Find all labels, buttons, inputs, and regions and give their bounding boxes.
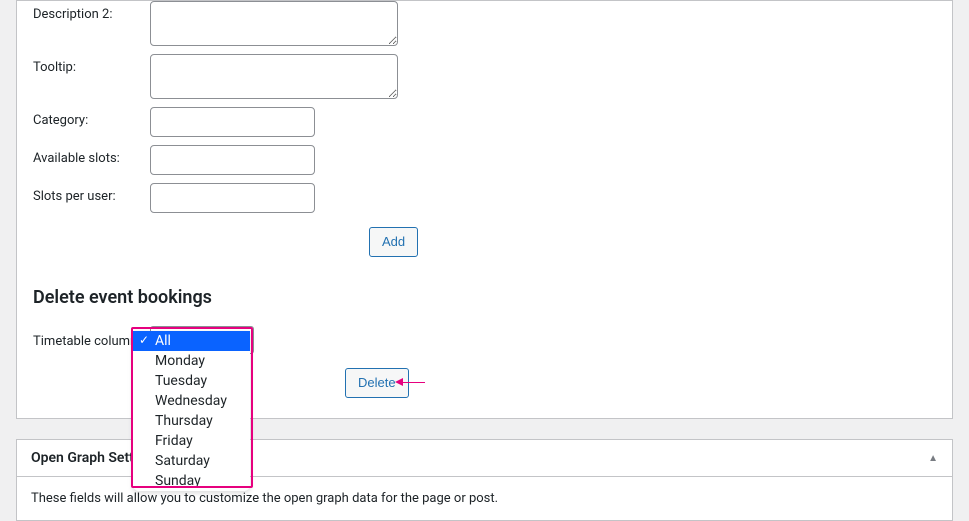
label-slots-per-user: Slots per user: [33, 183, 150, 204]
add-button-row: Add [33, 227, 936, 257]
add-button[interactable]: Add [369, 227, 418, 257]
arrow-line [403, 382, 425, 383]
dropdown-option[interactable]: Tuesday [133, 371, 250, 391]
category-input[interactable] [150, 107, 315, 137]
dropdown-option[interactable]: Wednesday [133, 391, 250, 411]
description2-textarea[interactable] [150, 1, 398, 46]
timetable-column-dropdown[interactable]: AllMondayTuesdayWednesdayThursdayFridayS… [133, 331, 250, 491]
row-available-slots: Available slots: [33, 145, 936, 175]
dropdown-option[interactable]: Monday [133, 351, 250, 371]
slots-per-user-input[interactable] [150, 183, 315, 213]
dropdown-option[interactable]: Thursday [133, 411, 250, 431]
arrow-head-icon [395, 378, 403, 386]
dropdown-option[interactable]: Friday [133, 431, 250, 451]
label-description2: Description 2: [33, 1, 150, 22]
delete-bookings-heading: Delete event bookings [33, 287, 936, 308]
dropdown-option[interactable]: Saturday [133, 451, 250, 471]
label-category: Category: [33, 107, 150, 128]
dropdown-option[interactable]: Sunday [133, 471, 250, 491]
collapse-icon: ▲ [928, 453, 938, 464]
row-description2: Description 2: [33, 1, 936, 46]
available-slots-input[interactable] [150, 145, 315, 175]
label-tooltip: Tooltip: [33, 54, 150, 75]
label-available-slots: Available slots: [33, 145, 150, 166]
row-tooltip: Tooltip: [33, 54, 936, 99]
tooltip-textarea[interactable] [150, 54, 398, 99]
annotation-arrow [395, 378, 425, 386]
row-category: Category: [33, 107, 936, 137]
dropdown-option[interactable]: All [133, 331, 250, 351]
row-slots-per-user: Slots per user: [33, 183, 936, 213]
